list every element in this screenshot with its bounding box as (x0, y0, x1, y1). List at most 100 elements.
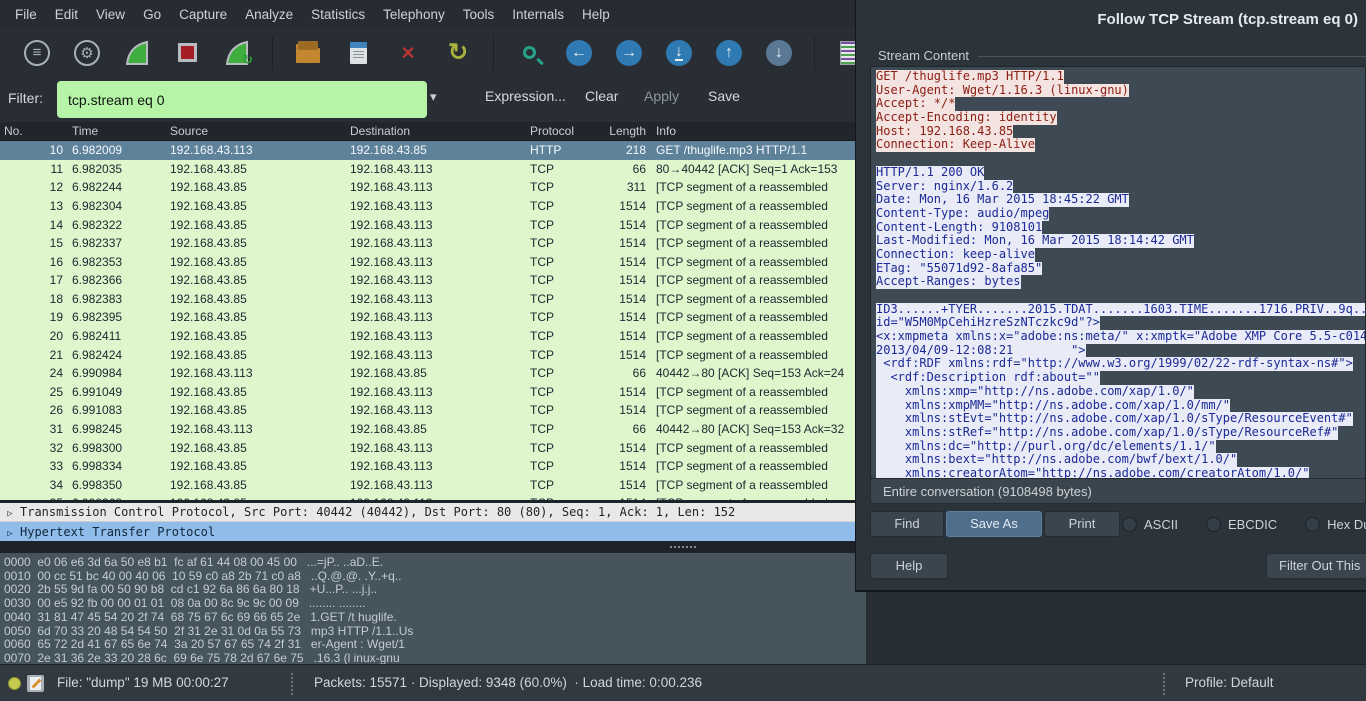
save-as-button[interactable]: Save As (946, 511, 1042, 537)
file-open-icon[interactable] (295, 40, 321, 66)
find-packet-icon[interactable] (516, 40, 542, 66)
stream-line (876, 152, 1365, 166)
status-separator (291, 673, 293, 695)
apply-button[interactable]: Apply (644, 88, 679, 104)
radio-icon[interactable] (1305, 517, 1320, 532)
filter-out-stream-button[interactable]: Filter Out This (1266, 553, 1366, 579)
go-to-packet-icon[interactable]: ↓ (666, 40, 692, 66)
stream-content-area[interactable]: GET /thuglife.mp3 HTTP/1.1 User-Agent: W… (870, 66, 1366, 479)
menu-item[interactable]: Capture (170, 7, 236, 22)
menu-item[interactable]: Edit (46, 7, 87, 22)
packet-length: 1514 (584, 218, 650, 232)
packet-source: 192.168.43.85 (164, 329, 344, 343)
stream-line: xmlns:stEvt="http://ns.adobe.com/xap/1.0… (876, 412, 1365, 426)
menu-item[interactable]: Help (573, 7, 619, 22)
packet-length: 1514 (584, 292, 650, 306)
capture-restart-icon[interactable]: ↻ (224, 40, 250, 66)
status-packet-counts: Packets: 15571 · Displayed: 9348 (60.0%)… (314, 675, 702, 690)
menu-item[interactable]: Analyze (236, 7, 302, 22)
packet-destination: 192.168.43.113 (344, 292, 524, 306)
stream-line: xmlns:stRef="http://ns.adobe.com/xap/1.0… (876, 426, 1365, 440)
stream-line: Connection: Keep-Alive (876, 138, 1365, 152)
packet-time: 6.982411 (66, 329, 164, 343)
file-save-icon[interactable] (345, 40, 371, 66)
stream-line: id="W5M0MpCehiHzreSzNTczkc9d"?> (876, 316, 1365, 330)
packet-protocol: TCP (524, 329, 584, 343)
packet-source: 192.168.43.85 (164, 459, 344, 473)
packet-time: 6.998334 (66, 459, 164, 473)
clear-button[interactable]: Clear (585, 88, 618, 104)
packet-source: 192.168.43.85 (164, 180, 344, 194)
capture-stop-icon[interactable] (174, 40, 200, 66)
packet-length: 1514 (584, 459, 650, 473)
hex-row: 0010 00 cc 51 bc 40 00 40 06 10 59 c0 a8… (4, 570, 866, 584)
go-forward-icon[interactable]: → (616, 40, 642, 66)
column-protocol[interactable]: Protocol (524, 124, 584, 138)
menu-item[interactable]: View (87, 7, 134, 22)
packet-no: 26 (0, 403, 66, 417)
packet-length: 1514 (584, 273, 650, 287)
menu-item[interactable]: Tools (454, 7, 504, 22)
stream-line: Content-Length: 9108101 (876, 221, 1365, 235)
menu-item[interactable]: File (6, 7, 46, 22)
menu-item[interactable]: Statistics (302, 7, 374, 22)
column-destination[interactable]: Destination (344, 124, 524, 138)
expander-icon[interactable] (0, 525, 20, 539)
status-profile[interactable]: Profile: Default (1185, 675, 1274, 690)
hex-row: 0040 31 81 47 45 54 20 2f 74 68 75 67 6c… (4, 611, 866, 625)
packet-time: 6.982383 (66, 292, 164, 306)
encoding-radio-option[interactable]: EBCDIC (1206, 517, 1277, 532)
capture-options-icon[interactable]: ⚙ (74, 40, 100, 66)
expander-icon[interactable] (0, 505, 20, 519)
toolbar-separator (814, 36, 815, 70)
packet-destination: 192.168.43.113 (344, 385, 524, 399)
packet-time: 6.982337 (66, 236, 164, 250)
column-length[interactable]: Length (584, 124, 650, 138)
go-to-top-icon[interactable]: ↑ (716, 40, 742, 66)
menu-item[interactable]: Internals (503, 7, 573, 22)
menu-item[interactable]: Go (134, 7, 170, 22)
reload-icon[interactable]: ↻ (445, 40, 471, 66)
stream-line: Accept-Encoding: identity (876, 111, 1365, 125)
column-no[interactable]: No. (0, 124, 66, 138)
conversation-select[interactable]: Entire conversation (9108498 bytes) (870, 478, 1366, 504)
packet-source: 192.168.43.85 (164, 218, 344, 232)
packet-length: 1514 (584, 329, 650, 343)
packet-no: 20 (0, 329, 66, 343)
go-back-icon[interactable]: ← (566, 40, 592, 66)
packet-protocol: TCP (524, 310, 584, 324)
stream-line (876, 289, 1365, 303)
capture-start-icon[interactable] (124, 40, 150, 66)
file-close-icon[interactable]: × (395, 40, 421, 66)
filter-dropdown-caret[interactable] (430, 89, 437, 105)
expert-info-icon[interactable] (8, 677, 21, 690)
column-time[interactable]: Time (66, 124, 164, 138)
encoding-radio-option[interactable]: Hex Du (1305, 517, 1366, 532)
packet-source: 192.168.43.85 (164, 199, 344, 213)
go-to-bottom-icon[interactable]: ↓ (766, 40, 792, 66)
radio-icon[interactable] (1206, 517, 1221, 532)
packet-length: 1514 (584, 385, 650, 399)
toolbar-separator (493, 36, 494, 70)
encoding-radio-option[interactable]: ASCII (1122, 517, 1178, 532)
find-button[interactable]: Find (870, 511, 944, 537)
packet-time: 6.991083 (66, 403, 164, 417)
save-button[interactable]: Save (708, 88, 740, 104)
hex-dump-pane[interactable]: 0000 e0 06 e6 3d 6a 50 e8 b1 fc af 61 44… (0, 553, 866, 664)
expression-button[interactable]: Expression... (485, 88, 566, 104)
column-source[interactable]: Source (164, 124, 344, 138)
packet-time: 6.990984 (66, 366, 164, 380)
conversation-label: Entire conversation (9108498 bytes) (883, 484, 1092, 499)
packet-length: 66 (584, 422, 650, 436)
menu-item[interactable]: Telephony (374, 7, 454, 22)
print-button[interactable]: Print (1044, 511, 1120, 537)
packet-protocol: TCP (524, 180, 584, 194)
hex-row: 0000 e0 06 e6 3d 6a 50 e8 b1 fc af 61 44… (4, 556, 866, 570)
filter-input[interactable]: tcp.stream eq 0 (57, 81, 427, 118)
packet-no: 15 (0, 236, 66, 250)
help-button[interactable]: Help (870, 553, 948, 579)
radio-icon[interactable] (1122, 517, 1137, 532)
packet-time: 6.998350 (66, 478, 164, 492)
capture-comment-icon[interactable] (27, 675, 44, 692)
interfaces-list-icon[interactable]: ≡ (24, 40, 50, 66)
